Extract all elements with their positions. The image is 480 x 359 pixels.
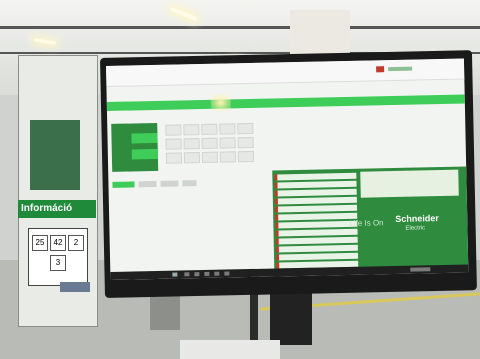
- list-item[interactable]: [275, 228, 358, 237]
- browser-tab-icon: [376, 66, 385, 73]
- list-bullet: [275, 254, 280, 261]
- list-bullet: [275, 230, 279, 237]
- grid-cell: [201, 151, 219, 164]
- grid-cell: [183, 152, 201, 164]
- grid-cell: [237, 136, 254, 149]
- grid-cell: [237, 122, 254, 135]
- filter-tile[interactable]: [138, 180, 157, 188]
- tray-icon[interactable]: [410, 267, 431, 272]
- grid-cell: [165, 124, 182, 136]
- app-icon[interactable]: [184, 272, 190, 277]
- grid-cell: [183, 138, 200, 150]
- list-bullet: [275, 214, 279, 221]
- list-item[interactable]: [274, 196, 357, 205]
- grid-cell: [183, 124, 200, 136]
- board-tag: [60, 282, 90, 292]
- board-photo: [30, 120, 80, 190]
- cart: [180, 340, 280, 359]
- calendar-value: 2: [68, 235, 84, 251]
- list-bullet: [275, 246, 279, 253]
- grid-cell: [219, 151, 237, 163]
- grid-cell: [165, 152, 183, 164]
- kpi-block-inner: [131, 132, 158, 144]
- filter-tile[interactable]: [112, 181, 135, 188]
- app-icon[interactable]: [204, 271, 210, 276]
- calendar-value: 25: [32, 235, 48, 251]
- monitor-screen: Life Is On Schneider Electric: [106, 58, 469, 280]
- filter-tile[interactable]: [182, 180, 197, 187]
- header-glare: [210, 93, 231, 112]
- slogan-text: Life Is On: [349, 218, 384, 228]
- list-bullet: [274, 190, 278, 197]
- list-item[interactable]: [275, 252, 359, 261]
- list-bullet: [274, 198, 278, 205]
- calendar-value: 3: [50, 255, 66, 271]
- app-icon[interactable]: [214, 271, 220, 276]
- grid-cell: [201, 123, 218, 136]
- grid-cell: [201, 137, 218, 150]
- filter-tile[interactable]: [160, 180, 179, 187]
- board-heading: Információ: [18, 200, 96, 218]
- list-item[interactable]: [275, 244, 358, 253]
- list-item[interactable]: [274, 204, 358, 213]
- list-bullet: [274, 206, 279, 213]
- grid-cell: [237, 150, 255, 163]
- list-item[interactable]: [274, 188, 357, 197]
- app-icon[interactable]: [224, 271, 230, 276]
- list-bullet: [274, 174, 278, 181]
- app-icon[interactable]: [194, 272, 200, 277]
- app-header-band: [106, 94, 465, 111]
- calendar-value: 42: [50, 235, 66, 251]
- list-item[interactable]: [274, 172, 357, 181]
- list-item[interactable]: [275, 236, 358, 245]
- list-bullet: [275, 238, 279, 245]
- kpi-block-inner: [131, 148, 158, 160]
- calendar-card: 25 42 2 3: [28, 228, 88, 286]
- list-item[interactable]: [275, 212, 358, 221]
- grid-cell: [165, 138, 182, 150]
- ceiling-beam: [0, 26, 480, 29]
- list-item[interactable]: [274, 180, 357, 189]
- brand-name: Schneider: [395, 213, 439, 224]
- start-icon[interactable]: [172, 272, 178, 277]
- list-bullet: [275, 222, 279, 229]
- browser-menu-icon: [388, 66, 413, 72]
- grid-cell: [219, 123, 236, 135]
- grid-cell: [219, 137, 236, 149]
- info-panel: Life Is On Schneider Electric: [272, 166, 469, 277]
- list-item[interactable]: [275, 220, 358, 229]
- brand-subname: Electric: [405, 225, 426, 232]
- kpi-block: [111, 122, 159, 172]
- notice-card: [360, 169, 459, 198]
- list-bullet: [274, 182, 278, 189]
